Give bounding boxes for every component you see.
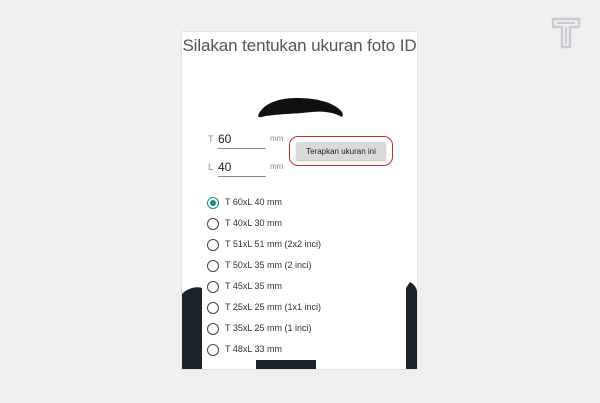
size-option[interactable]: T 48xL 33 mm: [207, 343, 407, 364]
size-option[interactable]: T 45xL 35 mm: [207, 280, 407, 301]
app-window: Silakan tentukan ukuran foto ID T mm L m…: [182, 32, 417, 369]
size-option-label: T 50xL 35 mm (2 inci): [225, 260, 312, 270]
width-prefix: L: [208, 162, 214, 172]
radio-button[interactable]: [207, 323, 219, 335]
apply-size-button[interactable]: Terapkan ukuran ini: [296, 142, 386, 160]
size-option[interactable]: T 25xL 25 mm (1x1 inci): [207, 301, 407, 322]
size-option[interactable]: T 60xL 40 mm: [207, 196, 407, 217]
page-title: Silakan tentukan ukuran foto ID: [182, 36, 417, 55]
height-unit: mm: [270, 134, 284, 143]
size-option-label: T 25xL 25 mm (1x1 inci): [225, 302, 322, 312]
logo-icon: [551, 17, 581, 49]
height-input[interactable]: [218, 130, 266, 149]
size-option[interactable]: T 51xL 51 mm (2x2 inci): [207, 238, 407, 259]
radio-button[interactable]: [207, 281, 219, 293]
radio-button[interactable]: [207, 239, 219, 251]
apply-button-highlight: Terapkan ukuran ini: [289, 136, 393, 166]
size-options-list: T 60xL 40 mm T 40xL 30 mm T 51xL 51 mm (2x…: [207, 196, 407, 364]
size-option-label: T 40xL 30 mm: [225, 218, 283, 228]
size-option[interactable]: T 40xL 30 mm: [207, 217, 407, 238]
radio-button[interactable]: [207, 344, 219, 356]
height-prefix: T: [208, 134, 214, 144]
screen: Silakan tentukan ukuran foto ID T mm L m…: [0, 0, 600, 403]
size-option[interactable]: T 50xL 35 mm (2 inci): [207, 259, 407, 280]
size-option-label: T 48xL 33 mm: [225, 344, 283, 354]
size-option-label: T 60xL 40 mm: [225, 197, 283, 207]
width-input[interactable]: [218, 158, 266, 177]
size-option-label: T 45xL 35 mm: [225, 281, 283, 291]
size-option-label: T 35xL 25 mm (1 inci): [225, 323, 312, 333]
size-option[interactable]: T 35xL 25 mm (1 inci): [207, 322, 407, 343]
radio-button[interactable]: [207, 197, 219, 209]
radio-button[interactable]: [207, 218, 219, 230]
size-option-label: T 51xL 51 mm (2x2 inci): [225, 239, 322, 249]
radio-button[interactable]: [207, 302, 219, 314]
width-unit: mm: [270, 162, 284, 171]
radio-button[interactable]: [207, 260, 219, 272]
